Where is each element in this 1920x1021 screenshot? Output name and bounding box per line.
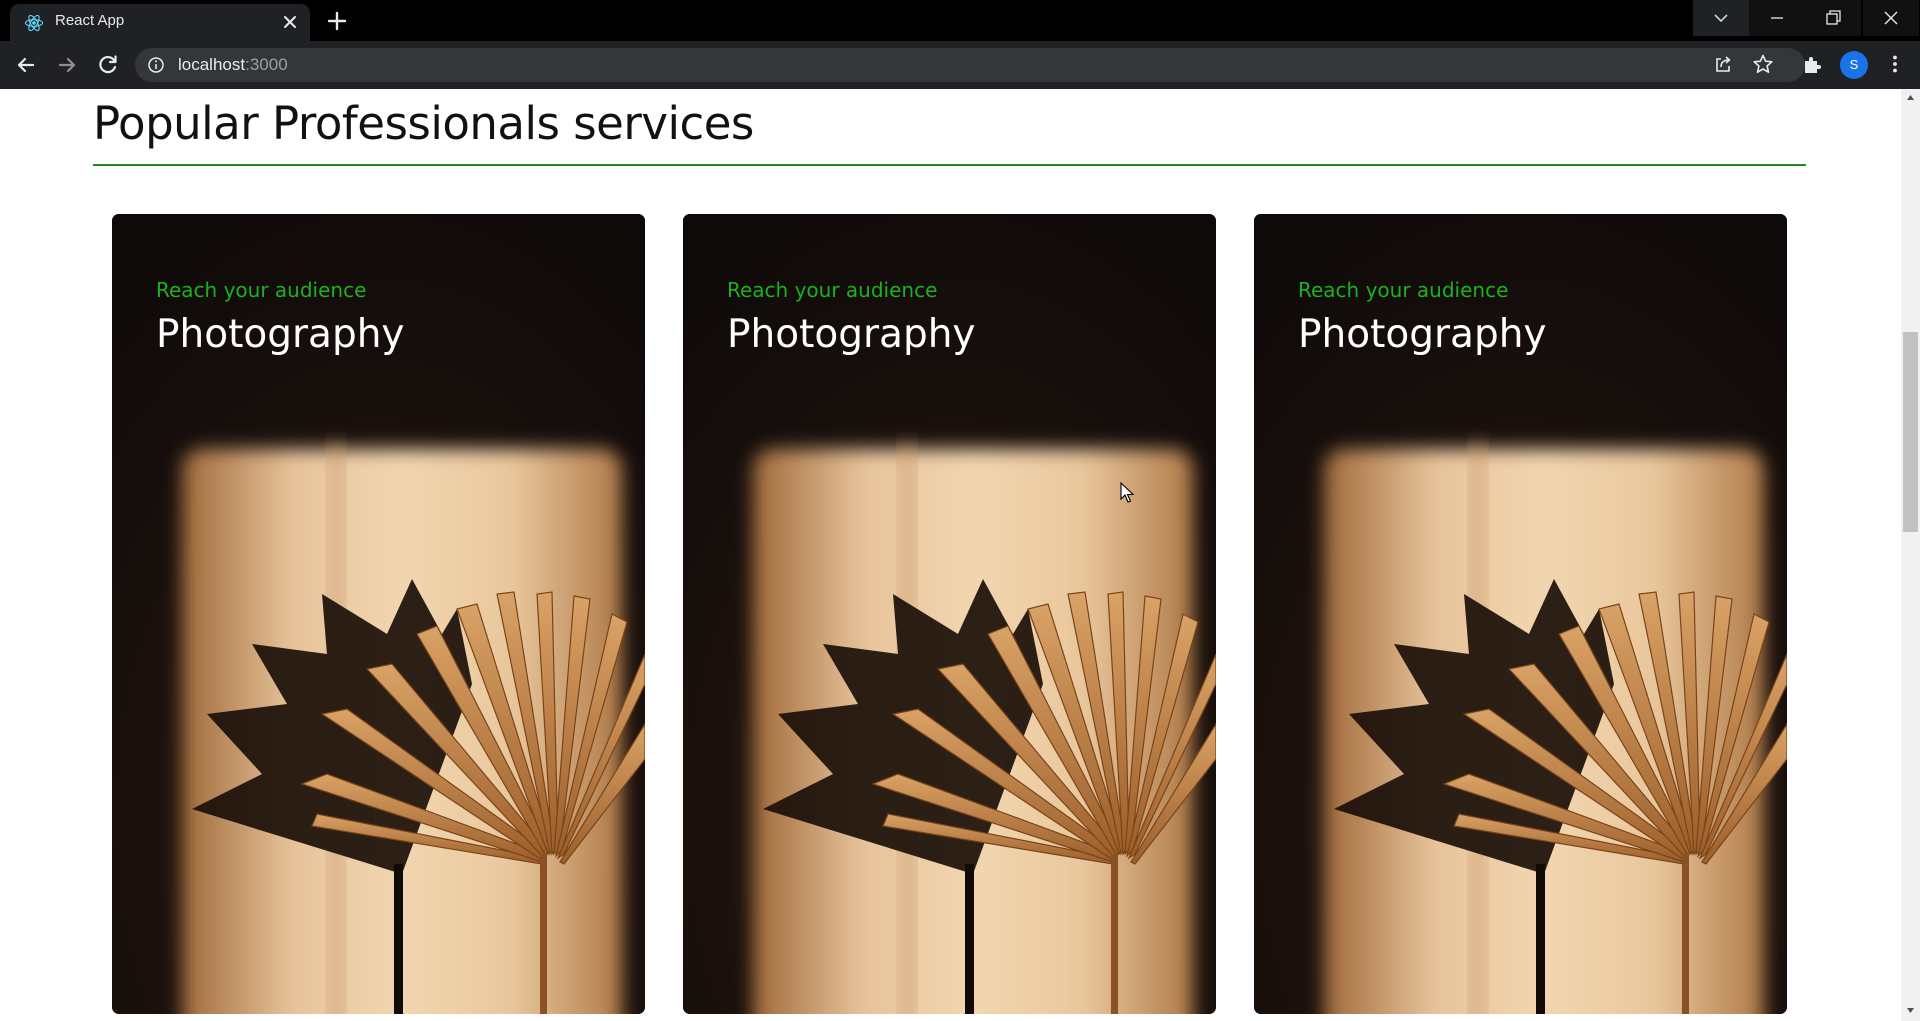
card-heading: Photography — [1298, 312, 1547, 357]
close-icon[interactable] — [280, 12, 300, 32]
address-bar[interactable]: localhost:3000 — [135, 48, 1805, 82]
mouse-cursor-icon — [1120, 482, 1135, 503]
forward-icon[interactable] — [54, 52, 80, 78]
browser-toolbar: localhost:3000 S — [0, 41, 1920, 89]
share-icon[interactable] — [1712, 53, 1734, 75]
title-divider — [93, 164, 1806, 166]
close-window-button[interactable] — [1863, 0, 1919, 36]
restore-button[interactable] — [1805, 0, 1861, 36]
tab-title: React App — [55, 12, 125, 29]
react-icon — [24, 14, 44, 32]
browser-tab[interactable]: React App — [10, 4, 310, 41]
profile-avatar[interactable]: S — [1840, 51, 1868, 79]
card-heading: Photography — [156, 312, 405, 357]
close-icon — [1884, 11, 1898, 25]
restore-icon — [1826, 10, 1841, 25]
tab-strip: React App — [0, 0, 1920, 41]
chevron-down-icon — [1714, 14, 1728, 23]
reload-icon[interactable] — [95, 52, 121, 78]
service-card[interactable]: Reach your audience Photography — [1254, 214, 1787, 1014]
tab-search-button[interactable] — [1693, 0, 1749, 36]
url-port: :3000 — [245, 55, 288, 74]
info-icon[interactable] — [147, 56, 165, 74]
vertical-scrollbar[interactable] — [1901, 89, 1920, 1021]
minimize-icon — [1771, 17, 1783, 19]
card-kicker: Reach your audience — [156, 278, 367, 302]
scroll-up-icon[interactable] — [1906, 93, 1915, 102]
card-kicker: Reach your audience — [727, 278, 938, 302]
card-heading: Photography — [727, 312, 976, 357]
url-text[interactable]: localhost:3000 — [178, 55, 288, 75]
back-icon[interactable] — [13, 52, 39, 78]
section-title: Popular Professionals services — [93, 97, 754, 150]
page-viewport: Popular Professionals services Reach you… — [0, 89, 1920, 1021]
plus-icon[interactable] — [324, 8, 350, 34]
service-card[interactable]: Reach your audience Photography — [683, 214, 1216, 1014]
scrollbar-thumb[interactable] — [1903, 332, 1918, 532]
url-host: localhost — [178, 55, 246, 74]
star-icon[interactable] — [1752, 53, 1774, 75]
minimize-button[interactable] — [1749, 0, 1805, 36]
service-card[interactable]: Reach your audience Photography — [112, 214, 645, 1014]
extensions-icon[interactable] — [1801, 53, 1823, 75]
card-kicker: Reach your audience — [1298, 278, 1509, 302]
kebab-menu-icon[interactable] — [1884, 53, 1906, 75]
scroll-down-icon[interactable] — [1906, 1006, 1915, 1015]
